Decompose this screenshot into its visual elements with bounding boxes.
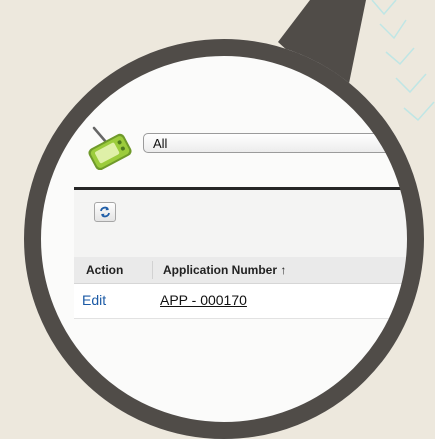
magnifier-frame bbox=[24, 39, 424, 439]
